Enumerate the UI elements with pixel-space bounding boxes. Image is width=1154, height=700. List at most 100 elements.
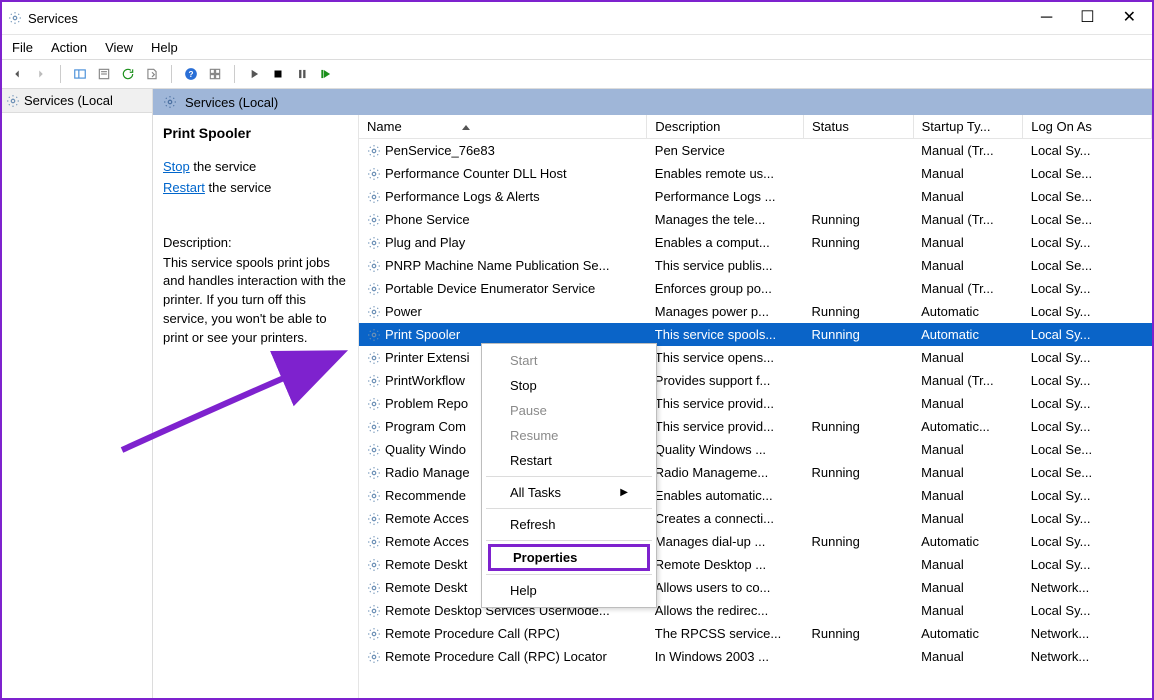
start-service-button[interactable] (245, 65, 263, 83)
service-row[interactable]: Remote AccesManages dial-up ...RunningAu… (359, 530, 1152, 553)
service-icon (367, 581, 381, 595)
ctx-start: Start (484, 348, 654, 373)
service-desc: This service publis... (647, 254, 804, 277)
forward-button[interactable] (32, 65, 50, 83)
column-description[interactable]: Description (647, 115, 804, 139)
ctx-properties[interactable]: Properties (488, 544, 650, 571)
service-row[interactable]: Problem RepoThis service provid...Manual… (359, 392, 1152, 415)
maximize-button[interactable]: ☐ (1080, 10, 1094, 26)
menu-action[interactable]: Action (51, 40, 87, 55)
service-desc: Enforces group po... (647, 277, 804, 300)
service-row[interactable]: Print SpoolerThis service spools...Runni… (359, 323, 1152, 346)
stop-link[interactable]: Stop (163, 159, 190, 174)
service-row[interactable]: PNRP Machine Name Publication Se...This … (359, 254, 1152, 277)
close-button[interactable]: ✕ (1123, 10, 1136, 26)
view-header-title: Services (Local) (185, 95, 278, 110)
column-logon[interactable]: Log On As (1023, 115, 1152, 139)
service-startup: Automatic (913, 323, 1023, 346)
service-row[interactable]: Remote DesktRemote Desktop ...ManualLoca… (359, 553, 1152, 576)
service-row[interactable]: Printer ExtensiThis service opens...Manu… (359, 346, 1152, 369)
service-icon (367, 305, 381, 319)
ctx-restart[interactable]: Restart (484, 448, 654, 473)
service-logon: Local Se... (1023, 438, 1152, 461)
title-bar: Services ─ ☐ ✕ (2, 2, 1152, 35)
toolbar: ? (2, 60, 1152, 89)
ctx-resume: Resume (484, 423, 654, 448)
service-row[interactable]: Phone ServiceManages the tele...RunningM… (359, 208, 1152, 231)
view-mode-button[interactable] (206, 65, 224, 83)
service-startup: Manual (913, 507, 1023, 530)
service-icon (367, 558, 381, 572)
scope-node-label: Services (Local (24, 93, 113, 108)
menu-file[interactable]: File (12, 40, 33, 55)
service-row[interactable]: Plug and PlayEnables a comput...RunningM… (359, 231, 1152, 254)
window-title: Services (28, 11, 78, 26)
stop-service-button[interactable] (269, 65, 287, 83)
pause-service-button[interactable] (293, 65, 311, 83)
service-row[interactable]: Remote AccesCreates a connecti...ManualL… (359, 507, 1152, 530)
service-startup: Manual (913, 185, 1023, 208)
service-row[interactable]: RecommendeEnables automatic...ManualLoca… (359, 484, 1152, 507)
service-status (803, 576, 913, 599)
restart-link[interactable]: Restart (163, 180, 205, 195)
service-icon (367, 351, 381, 365)
service-row[interactable]: Quality WindoQuality Windows ...ManualLo… (359, 438, 1152, 461)
service-startup: Manual (913, 599, 1023, 622)
service-logon: Local Sy... (1023, 231, 1152, 254)
scope-node-services-local[interactable]: Services (Local (2, 89, 152, 113)
service-row[interactable]: PenService_76e83Pen ServiceManual (Tr...… (359, 139, 1152, 163)
service-row[interactable]: Program ComThis service provid...Running… (359, 415, 1152, 438)
column-name[interactable]: Name (359, 115, 647, 139)
ctx-all-tasks[interactable]: All Tasks▶ (484, 480, 654, 505)
service-status (803, 392, 913, 415)
column-startup[interactable]: Startup Ty... (913, 115, 1023, 139)
ctx-stop[interactable]: Stop (484, 373, 654, 398)
ctx-refresh[interactable]: Refresh (484, 512, 654, 537)
service-desc: Creates a connecti... (647, 507, 804, 530)
service-status (803, 346, 913, 369)
service-icon (367, 627, 381, 641)
minimize-button[interactable]: ─ (1041, 10, 1052, 26)
service-status (803, 185, 913, 208)
service-startup: Manual (913, 231, 1023, 254)
service-row[interactable]: Performance Logs & AlertsPerformance Log… (359, 185, 1152, 208)
service-icon (367, 443, 381, 457)
service-logon: Local Sy... (1023, 530, 1152, 553)
restart-service-button[interactable] (317, 65, 335, 83)
service-desc: Quality Windows ... (647, 438, 804, 461)
service-desc: Manages the tele... (647, 208, 804, 231)
services-list[interactable]: Name Description Status Startup Ty... Lo… (359, 115, 1152, 700)
service-row[interactable]: Remote Desktop Services UserMode...Allow… (359, 599, 1152, 622)
service-startup: Automatic (913, 300, 1023, 323)
view-header-icon (163, 95, 177, 109)
ctx-help[interactable]: Help (484, 578, 654, 603)
service-icon (367, 466, 381, 480)
show-hide-tree-button[interactable] (71, 65, 89, 83)
back-button[interactable] (8, 65, 26, 83)
refresh-toolbar-button[interactable] (119, 65, 137, 83)
service-logon: Local Sy... (1023, 139, 1152, 163)
properties-toolbar-button[interactable] (95, 65, 113, 83)
menu-help[interactable]: Help (151, 40, 178, 55)
service-status: Running (803, 323, 913, 346)
service-icon (367, 190, 381, 204)
service-row[interactable]: PrintWorkflowProvides support f...Manual… (359, 369, 1152, 392)
service-logon: Local Sy... (1023, 277, 1152, 300)
service-row[interactable]: Remote Procedure Call (RPC)The RPCSS ser… (359, 622, 1152, 645)
menu-view[interactable]: View (105, 40, 133, 55)
scope-pane: Services (Local (2, 89, 153, 700)
help-toolbar-button[interactable]: ? (182, 65, 200, 83)
service-logon: Local Sy... (1023, 392, 1152, 415)
service-row[interactable]: Remote Procedure Call (RPC) LocatorIn Wi… (359, 645, 1152, 668)
service-row[interactable]: Performance Counter DLL HostEnables remo… (359, 162, 1152, 185)
service-row[interactable]: PowerManages power p...RunningAutomaticL… (359, 300, 1152, 323)
service-row[interactable]: Radio ManageRadio Manageme...RunningManu… (359, 461, 1152, 484)
service-desc: Enables automatic... (647, 484, 804, 507)
service-row[interactable]: Remote DesktAllows users to co...ManualN… (359, 576, 1152, 599)
service-row[interactable]: Portable Device Enumerator ServiceEnforc… (359, 277, 1152, 300)
export-button[interactable] (143, 65, 161, 83)
service-logon: Local Se... (1023, 162, 1152, 185)
column-status[interactable]: Status (803, 115, 913, 139)
service-startup: Automatic (913, 622, 1023, 645)
service-startup: Manual (913, 576, 1023, 599)
